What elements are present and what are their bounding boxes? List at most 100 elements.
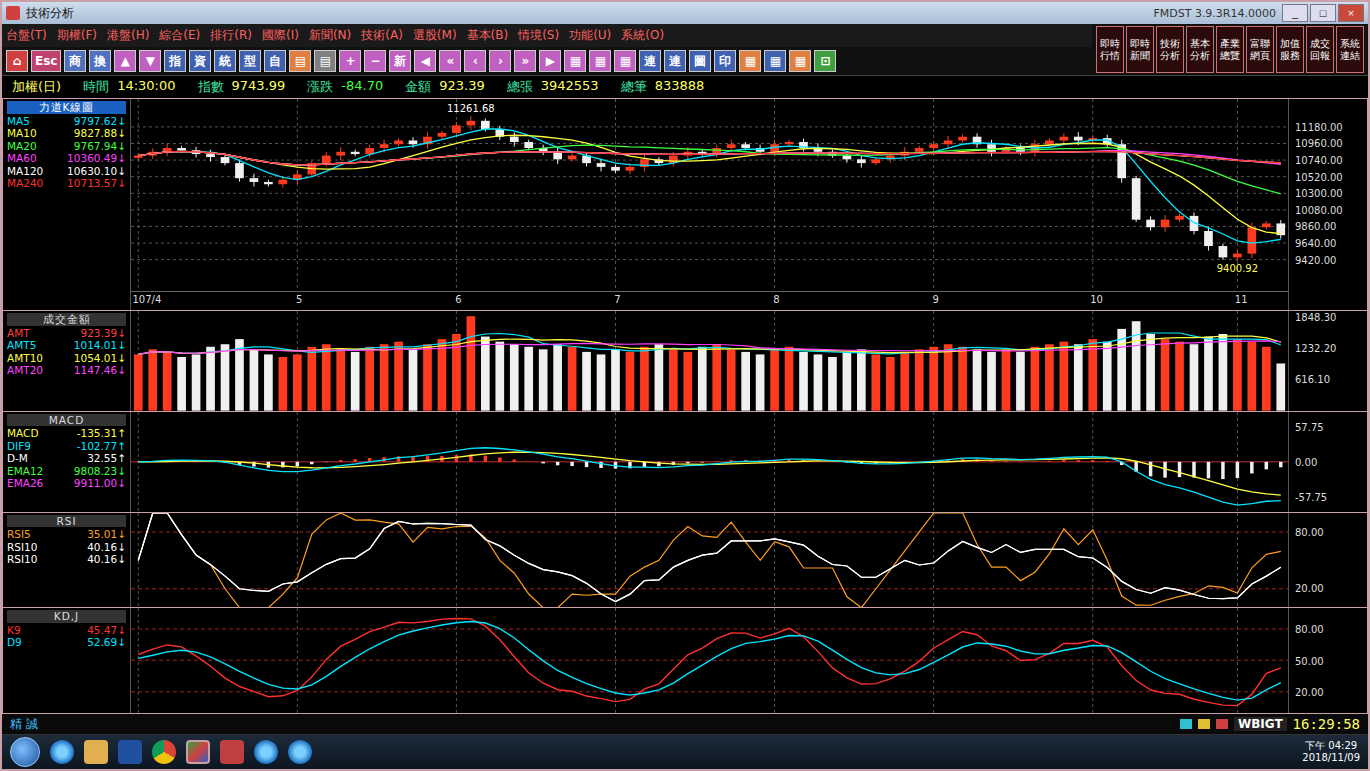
toolbar-button[interactable]: −: [364, 50, 386, 72]
toolbar-button[interactable]: ›: [489, 50, 511, 72]
toolbar-button[interactable]: ◀: [414, 50, 436, 72]
volume-bar: [409, 350, 418, 411]
menu-item[interactable]: 技術(A): [361, 27, 403, 44]
toolbar-button[interactable]: +: [339, 50, 361, 72]
high-label: 11261.68: [447, 103, 495, 114]
menu-item[interactable]: 國際(I): [262, 27, 299, 44]
app2-icon[interactable]: [220, 740, 244, 764]
grid-line: [297, 513, 298, 608]
macd-histogram-bar: [1062, 460, 1065, 462]
toolbar-button[interactable]: ▶: [539, 50, 561, 72]
candle: [467, 121, 476, 126]
menu-item[interactable]: 選股(M): [413, 27, 457, 44]
app-icon[interactable]: [186, 740, 210, 764]
kd-plot[interactable]: [131, 608, 1288, 713]
y-axis: 11180.0010960.0010740.0010520.0010300.00…: [1288, 99, 1367, 310]
toolbar-button[interactable]: ⌂: [6, 50, 28, 72]
quick-button[interactable]: 系統連結: [1336, 26, 1364, 73]
price-plot[interactable]: 11261.68 9400.92: [131, 99, 1288, 291]
toolbar-button[interactable]: 統: [214, 50, 236, 72]
macd-histogram-bar: [1091, 460, 1094, 462]
chrome-icon[interactable]: [152, 740, 176, 764]
toolbar-button[interactable]: ▼: [139, 50, 161, 72]
menu-item[interactable]: 功能(U): [569, 27, 611, 44]
window-control-button[interactable]: □: [1310, 4, 1336, 22]
toolbar-button[interactable]: ▤: [289, 50, 311, 72]
grid-line: [131, 176, 1288, 177]
quick-button[interactable]: 即時新聞: [1126, 26, 1154, 73]
toolbar-button[interactable]: «: [439, 50, 461, 72]
quick-button[interactable]: 即時行情: [1096, 26, 1124, 73]
ie-icon[interactable]: [288, 740, 312, 764]
status-indicator: [1198, 719, 1210, 729]
folder-icon[interactable]: [84, 740, 108, 764]
menu-item[interactable]: 基本(B): [467, 27, 509, 44]
menu-item[interactable]: 排行(R): [210, 27, 252, 44]
start-button-icon[interactable]: [10, 737, 40, 767]
toolbar-button[interactable]: ▦: [789, 50, 811, 72]
quick-button[interactable]: 成交回報: [1306, 26, 1334, 73]
menu-item[interactable]: 港盤(H): [107, 27, 149, 44]
candle: [206, 154, 215, 157]
toolbar-button[interactable]: 型: [239, 50, 261, 72]
toolbar-button[interactable]: ▦: [564, 50, 586, 72]
menu-item[interactable]: 系統(O): [621, 27, 664, 44]
toolbar-button[interactable]: ▦: [764, 50, 786, 72]
quick-button[interactable]: 加值服務: [1276, 26, 1304, 73]
quick-button[interactable]: 產業總覽: [1216, 26, 1244, 73]
candle: [568, 156, 577, 160]
toolbar-button[interactable]: 連: [639, 50, 661, 72]
y-tick: 1848.30: [1295, 311, 1336, 322]
d-icon[interactable]: [118, 740, 142, 764]
candle: [1074, 137, 1083, 141]
toolbar-button[interactable]: 圖: [689, 50, 711, 72]
toolbar-button[interactable]: ▤: [314, 50, 336, 72]
legend-item: MA24010713.57↓: [7, 177, 126, 190]
quick-button[interactable]: 技術分析: [1156, 26, 1184, 73]
volume-bar: [163, 352, 172, 411]
menu-item[interactable]: 新聞(N): [309, 27, 351, 44]
macd-legend: MACD MACD-135.31↑DIF9-102.77↑D-M32.55↑EM…: [3, 412, 131, 512]
legend-item: EMA129808.23↓: [7, 465, 126, 478]
menu-item[interactable]: 期權(F): [57, 27, 97, 44]
toolbar-button[interactable]: 資: [189, 50, 211, 72]
toolbar-button[interactable]: ▦: [614, 50, 636, 72]
volume-bar: [669, 350, 678, 411]
y-tick: 0.00: [1295, 456, 1317, 467]
window-control-button[interactable]: ×: [1338, 4, 1364, 22]
volume-plot[interactable]: [131, 311, 1288, 411]
toolbar-button[interactable]: 連: [664, 50, 686, 72]
macd-histogram-bar: [1077, 460, 1080, 462]
volume-bar: [264, 355, 273, 411]
toolbar-button[interactable]: ⊡: [814, 50, 836, 72]
menu-item[interactable]: 台盤(T): [6, 27, 47, 44]
toolbar-button[interactable]: 新: [389, 50, 411, 72]
ie-icon[interactable]: [50, 740, 74, 764]
ie-icon[interactable]: [254, 740, 278, 764]
rsi-line: [138, 513, 1281, 601]
toolbar-button[interactable]: Esc: [31, 50, 61, 72]
toolbar-button[interactable]: 自: [264, 50, 286, 72]
volume-bar: [944, 345, 953, 411]
toolbar-button[interactable]: 印: [714, 50, 736, 72]
toolbar-button[interactable]: »: [514, 50, 536, 72]
quick-button[interactable]: 富聯網頁: [1246, 26, 1274, 73]
macd-histogram-bar: [513, 459, 516, 461]
quick-button[interactable]: 基本分析: [1186, 26, 1214, 73]
toolbar-button[interactable]: ▦: [739, 50, 761, 72]
toolbar-button[interactable]: ▲: [114, 50, 136, 72]
toolbar-button[interactable]: ‹: [464, 50, 486, 72]
toolbar-button[interactable]: 商: [64, 50, 86, 72]
macd-plot[interactable]: [131, 412, 1288, 512]
window-control-button[interactable]: _: [1282, 4, 1308, 22]
toolbar-button[interactable]: 指: [164, 50, 186, 72]
rsi-plot[interactable]: [131, 513, 1288, 608]
toolbar-button[interactable]: 換: [89, 50, 111, 72]
menu-item[interactable]: 情境(S): [518, 27, 559, 44]
toolbar-button[interactable]: ▦: [589, 50, 611, 72]
y-tick: 9420.00: [1295, 254, 1336, 265]
symbol-label: 加權(日): [12, 78, 61, 96]
volume-bar: [799, 352, 808, 411]
menu-item[interactable]: 綜合(E): [159, 27, 200, 44]
clock[interactable]: 下午 04:29 2018/11/09: [1302, 740, 1360, 764]
